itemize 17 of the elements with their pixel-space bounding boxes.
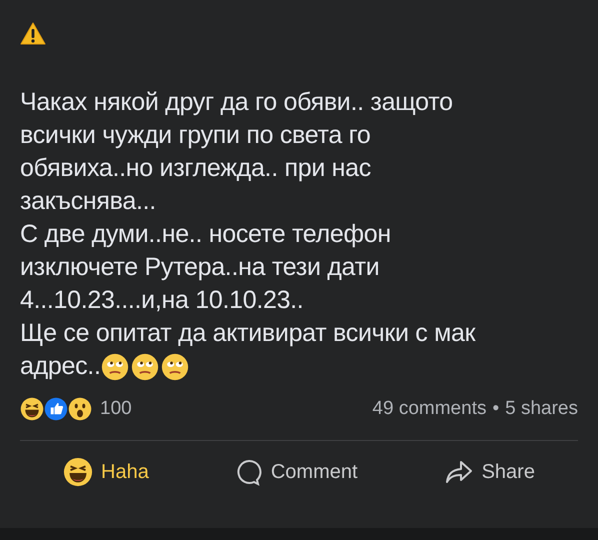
rolling-eyes-face-icon [130,352,159,380]
thumbs-up-icon [44,397,68,422]
reaction-count[interactable]: 100 [100,395,132,424]
comment-action-button[interactable]: Comment [226,456,366,486]
haha-action-button[interactable]: Haha [55,456,157,486]
shares-count[interactable]: 5 shares [505,395,578,424]
separator-dot: • [492,397,500,421]
rolling-eyes-face-icon [100,352,129,380]
laughing-face-icon [63,456,94,486]
comments-count[interactable]: 49 comments [372,395,486,424]
speech-bubble-icon [234,458,263,486]
rolling-eyes-face-icon [160,352,189,380]
post-text: адрес.. [20,351,101,382]
surprised-face-icon [68,397,92,422]
warning-icon [20,22,46,46]
share-action-button[interactable]: Share [436,456,543,486]
laughing-face-icon [20,397,44,422]
